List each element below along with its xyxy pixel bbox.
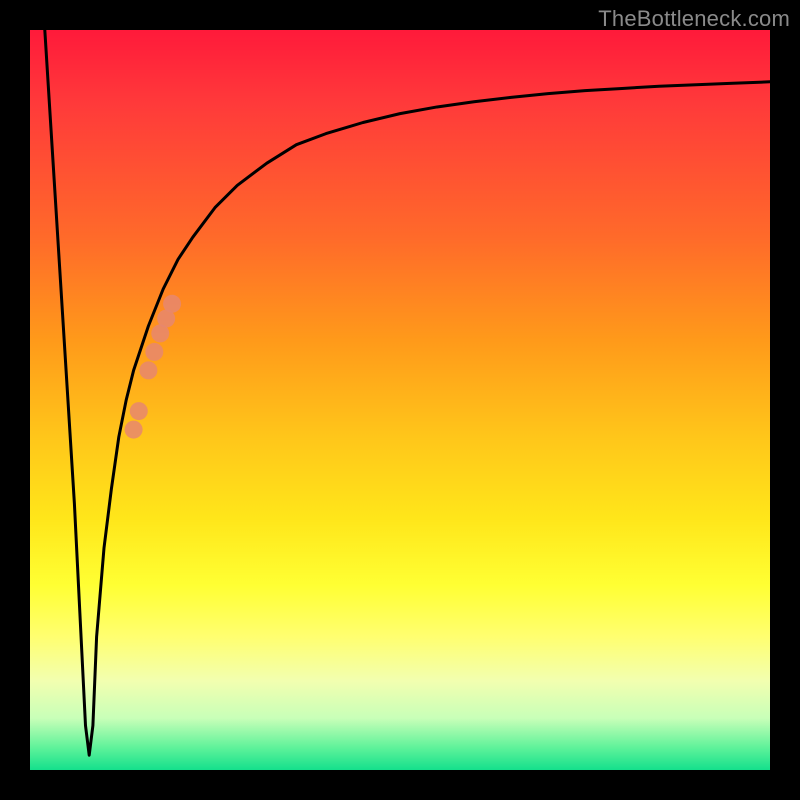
chart-frame: TheBottleneck.com [0, 0, 800, 800]
watermark-text: TheBottleneck.com [598, 6, 790, 32]
highlight-dot [163, 295, 181, 313]
plot-area [30, 30, 770, 770]
chart-svg [30, 30, 770, 770]
highlight-dot [130, 402, 148, 420]
highlight-dot [139, 361, 157, 379]
bottleneck-curve [45, 30, 770, 755]
highlight-dot [145, 343, 163, 361]
highlight-dot [125, 421, 143, 439]
